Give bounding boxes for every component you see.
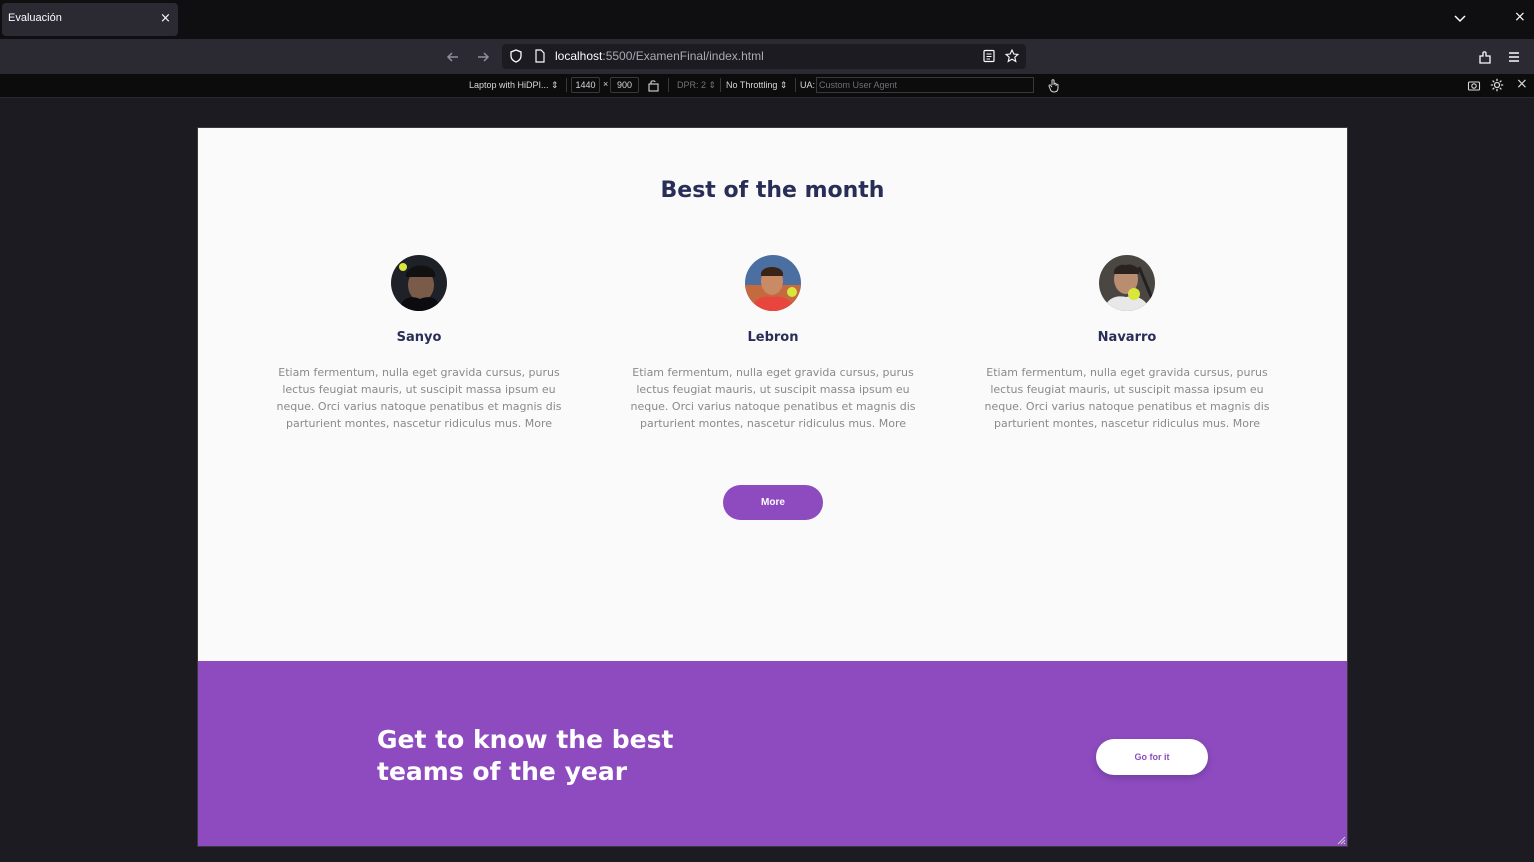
player-name: Navarro [1097, 330, 1157, 345]
reader-view-icon[interactable] [982, 49, 996, 63]
player-description: Etiam fermentum, nulla eget gravida curs… [984, 366, 1270, 430]
resize-handle-icon[interactable] [1337, 836, 1346, 845]
back-arrow-icon[interactable] [444, 48, 462, 66]
tab-title: Evaluación [8, 12, 62, 24]
player-card: Sanyo Etiam fermentum, nulla eget gravid… [269, 255, 569, 432]
touch-simulation-icon[interactable] [1047, 78, 1061, 93]
tab-strip: Evaluación × × [0, 0, 1534, 39]
more-button[interactable]: More [723, 485, 823, 520]
tab-close-icon[interactable]: × [160, 11, 171, 26]
divider [720, 78, 721, 92]
player-description: Etiam fermentum, nulla eget gravida curs… [276, 366, 562, 430]
dimension-separator: × [603, 79, 609, 89]
close-rdm-icon[interactable]: × [1516, 76, 1528, 92]
url-text[interactable]: localhost:5500/ExamenFinal/index.html [555, 49, 764, 63]
page-viewport: Best of the month Sanyo Etiam fermentum,… [197, 127, 1348, 847]
divider [566, 78, 567, 92]
divider [795, 78, 796, 92]
player-card: Lebron Etiam fermentum, nulla eget gravi… [623, 255, 923, 432]
cta-banner: Get to know the best teams of the year G… [198, 661, 1347, 846]
viewport-height-input[interactable]: 900 [610, 77, 639, 93]
device-selector[interactable]: Laptop with HiDPI... ⇕ [469, 80, 559, 91]
player-name: Sanyo [396, 330, 442, 345]
forward-arrow-icon[interactable] [474, 48, 492, 66]
shield-icon[interactable] [509, 49, 523, 63]
window-close-icon[interactable]: × [1514, 9, 1526, 25]
extensions-icon[interactable] [1476, 48, 1494, 66]
divider [668, 78, 669, 92]
ua-label: UA: [800, 80, 816, 90]
avatar [391, 255, 447, 311]
dpr-selector[interactable]: DPR: 2 ⇕ [677, 80, 716, 91]
viewport-width-input[interactable]: 1440 [571, 77, 600, 93]
player-description: Etiam fermentum, nulla eget gravida curs… [630, 366, 916, 430]
rotate-icon[interactable] [647, 79, 660, 92]
screenshot-camera-icon[interactable] [1467, 79, 1481, 92]
player-name: Lebron [747, 330, 799, 345]
section-title: Best of the month [660, 178, 885, 203]
avatar [745, 255, 801, 311]
avatar [1099, 255, 1155, 311]
user-agent-input[interactable]: Custom User Agent [816, 77, 1034, 93]
url-bar[interactable]: localhost:5500/ExamenFinal/index.html [502, 44, 1026, 69]
navigation-bar: localhost:5500/ExamenFinal/index.html [0, 39, 1534, 74]
hamburger-menu-icon[interactable] [1505, 48, 1523, 66]
go-for-it-button[interactable]: Go for it [1096, 739, 1208, 775]
page-icon [535, 49, 545, 63]
browser-tab[interactable]: Evaluación × [2, 3, 178, 36]
settings-gear-icon[interactable] [1490, 78, 1504, 92]
tab-list-chevron-icon[interactable] [1452, 10, 1468, 26]
responsive-design-toolbar: Laptop with HiDPI... ⇕ 1440 × 900 DPR: 2… [0, 74, 1534, 98]
throttling-selector[interactable]: No Throttling ⇕ [726, 80, 787, 91]
player-card: Navarro Etiam fermentum, nulla eget grav… [977, 255, 1277, 432]
banner-title: Get to know the best teams of the year [377, 725, 674, 786]
bookmark-star-icon[interactable] [1005, 49, 1019, 63]
